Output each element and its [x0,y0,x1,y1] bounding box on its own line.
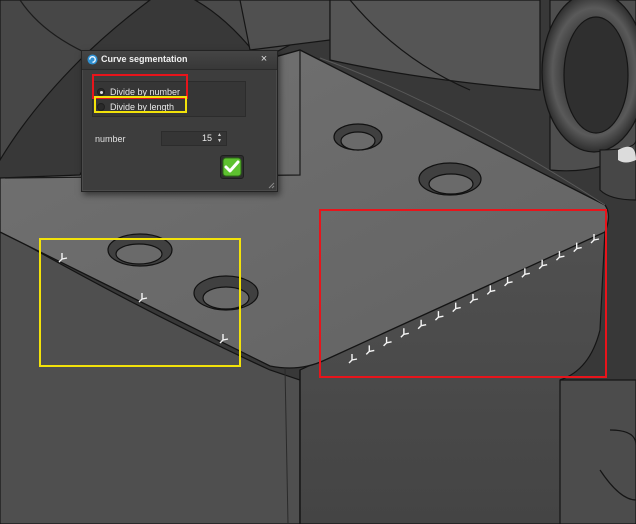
app-logo-icon [87,54,98,65]
hole-1 [333,123,383,151]
hole-4 [193,275,259,311]
dialog-titlebar[interactable]: Curve segmentation × [82,51,277,70]
number-label: number [95,134,126,144]
hole-2 [418,162,482,196]
green-checkmark-icon [222,157,242,177]
number-input[interactable]: 15 ▲ ▼ [161,131,227,146]
option-label: Divide by number [110,86,181,97]
radio-button[interactable] [97,102,105,111]
confirm-button[interactable] [220,155,244,179]
close-button[interactable]: × [257,53,271,66]
option-label: Divide by length [110,101,175,112]
option-divide-by-length[interactable]: Divide by length [97,100,174,113]
resize-grip-icon[interactable] [267,181,275,189]
option-divide-by-number[interactable]: Divide by number [97,85,180,98]
spin-down-button[interactable]: ▼ [216,139,223,144]
number-value: 15 [201,133,212,143]
curve-segmentation-dialog: Curve segmentation × Divide by number Di… [81,50,278,192]
radio-button-selected[interactable] [97,87,105,96]
hole-3 [107,233,173,267]
dialog-title: Curve segmentation [101,54,188,64]
division-mode-group: Divide by number Divide by length [92,81,246,117]
